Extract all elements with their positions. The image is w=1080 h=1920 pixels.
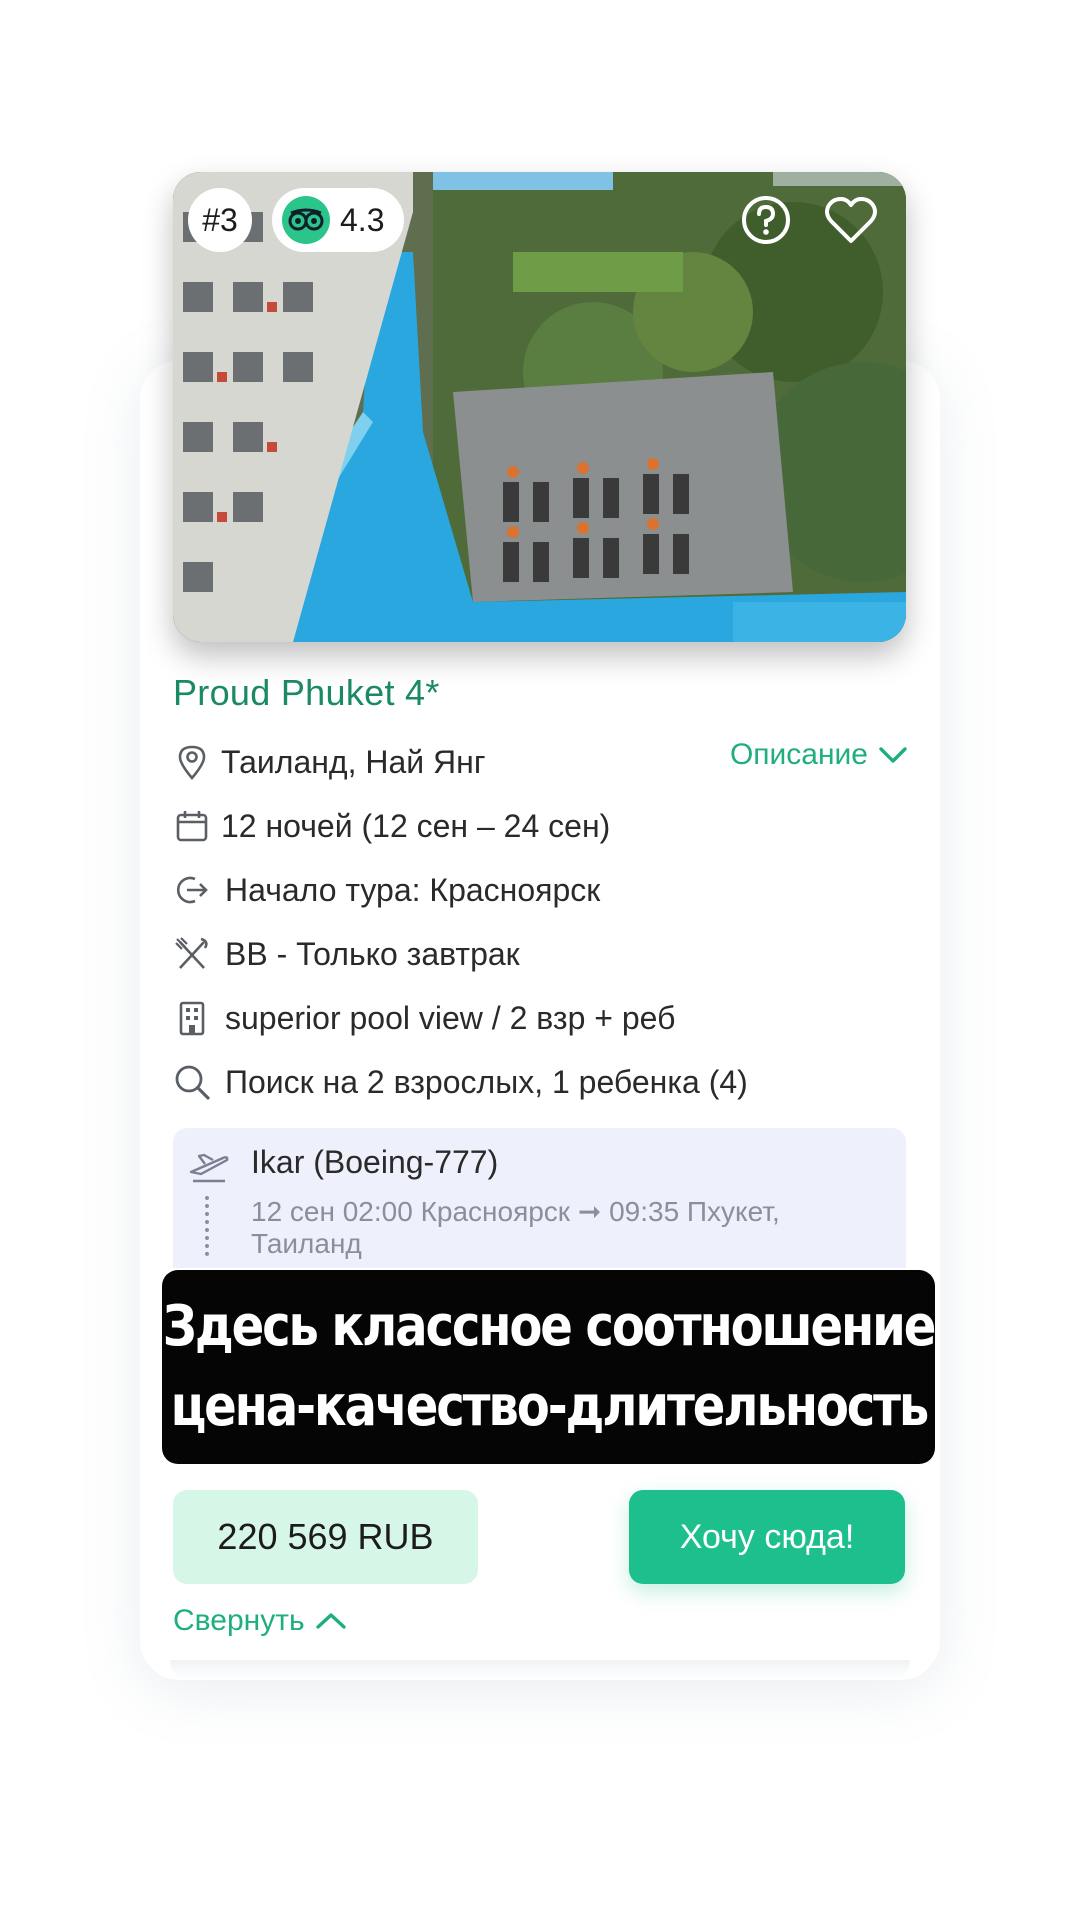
collapse-toggle[interactable]: Свернуть	[173, 1604, 347, 1638]
chevron-down-icon	[879, 747, 907, 763]
dates-row: 12 ночей (12 сен – 24 сен)	[173, 802, 913, 850]
description-toggle[interactable]: Описание	[730, 738, 908, 772]
want-here-button[interactable]: Хочу сюда!	[629, 1490, 905, 1584]
caption-line-1: Здесь классное соотношение	[162, 1294, 937, 1359]
price-badge: 220 569 RUB	[173, 1490, 478, 1584]
plane-takeoff-icon	[187, 1148, 229, 1189]
meal-text: BB - Только завтрак	[225, 935, 520, 972]
flight-info: Ikar (Boeing-777) 12 сен 02:00 Красноярс…	[173, 1128, 906, 1268]
flight-route-line	[205, 1196, 213, 1256]
hotel-name[interactable]: Proud Phuket 4*	[173, 672, 440, 714]
question-circle-icon[interactable]	[738, 192, 794, 248]
description-label: Описание	[729, 738, 868, 771]
meal-row: BB - Только завтрак	[173, 930, 913, 978]
departure-text: Начало тура: Красноярск	[225, 871, 601, 908]
collapse-label: Свернуть	[173, 1604, 305, 1637]
exit-arrow-icon	[173, 871, 211, 909]
search-icon	[173, 1063, 211, 1101]
rank-badge: #3	[188, 188, 252, 252]
card-shadow	[170, 1660, 910, 1680]
heart-icon[interactable]	[823, 192, 879, 248]
dates-text: 12 ночей (12 сен – 24 сен)	[221, 807, 611, 844]
page: #3 4.3 Proud Phuket 4* Таиланд, Най Янг …	[0, 0, 1080, 1920]
search-row: Поиск на 2 взрослых, 1 ребенка (4)	[173, 1058, 913, 1106]
room-text: superior pool view / 2 взр + реб	[225, 999, 676, 1036]
caption-line-2: цена-качество-длительность	[170, 1374, 929, 1439]
room-row: superior pool view / 2 взр + реб	[173, 994, 913, 1042]
tripadvisor-owl-icon	[282, 196, 330, 244]
location-text: Таиланд, Най Янг	[221, 743, 486, 780]
departure-row: Начало тура: Красноярск	[173, 866, 913, 914]
chevron-up-icon	[315, 1613, 346, 1629]
rating-badge: 4.3	[272, 188, 404, 252]
map-pin-icon	[173, 743, 211, 781]
flight-airline: Ikar (Boeing-777)	[251, 1144, 499, 1180]
video-caption: Здесь классное соотношение цена-качество…	[162, 1270, 937, 1464]
rating-value: 4.3	[340, 201, 385, 238]
flight-route: 12 сен 02:00 Красноярск ➞ 09:35 Пхукет, …	[251, 1196, 780, 1259]
calendar-icon	[173, 807, 211, 845]
cutlery-icon	[173, 935, 211, 973]
building-icon	[173, 999, 211, 1037]
search-text: Поиск на 2 взрослых, 1 ребенка (4)	[225, 1063, 748, 1100]
